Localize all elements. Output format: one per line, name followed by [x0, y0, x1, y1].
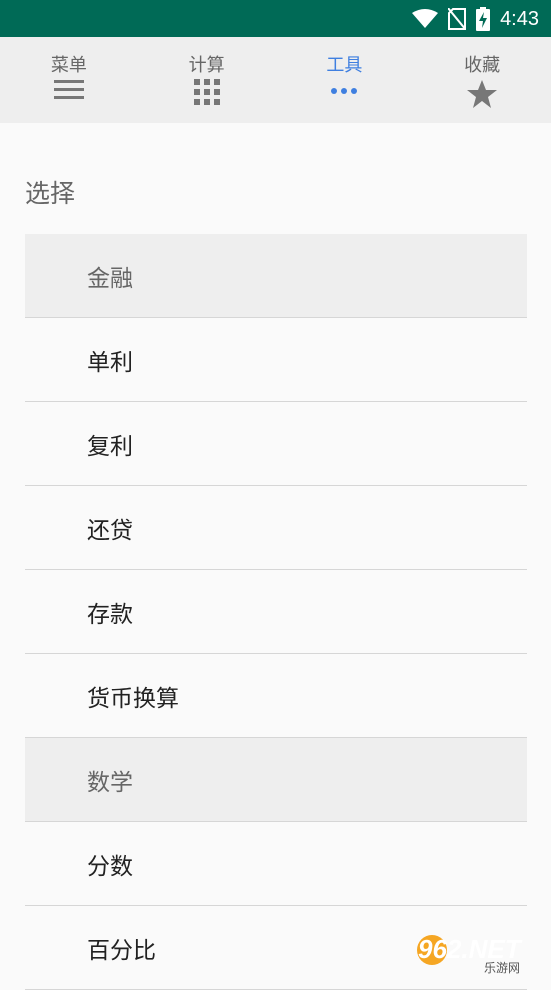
menu-icon — [53, 79, 84, 105]
wifi-icon — [412, 9, 439, 29]
no-sim-icon — [448, 8, 467, 30]
category-header-math: 数学 — [25, 738, 527, 822]
tab-favorites[interactable]: 收藏 — [413, 37, 551, 123]
status-bar: 4:43 — [0, 0, 551, 37]
tab-menu[interactable]: 菜单 — [0, 37, 138, 123]
more-dots-icon — [330, 79, 358, 103]
clock-time: 4:43 — [500, 7, 539, 30]
star-icon — [466, 79, 498, 113]
tab-label: 工具 — [326, 55, 363, 76]
tab-label: 收藏 — [464, 55, 501, 76]
tab-tools[interactable]: 工具 — [276, 37, 414, 123]
list-item-deposit[interactable]: 存款 — [25, 570, 527, 654]
list-item-compound-interest[interactable]: 复利 — [25, 402, 527, 486]
tool-list: 金融 单利 复利 还贷 存款 货币换算 数学 分数 百分比 — [25, 234, 527, 990]
list-item-fraction[interactable]: 分数 — [25, 822, 527, 906]
tab-label: 计算 — [188, 55, 225, 76]
list-item-simple-interest[interactable]: 单利 — [25, 318, 527, 402]
battery-charging-icon — [476, 7, 491, 31]
grid-icon — [193, 79, 220, 109]
list-item-currency-conversion[interactable]: 货币换算 — [25, 654, 527, 738]
list-item-loan-repayment[interactable]: 还贷 — [25, 486, 527, 570]
watermark-subtext: 乐游网 — [484, 961, 520, 975]
watermark-logo: 962.NET 乐游网 — [412, 928, 547, 976]
top-tab-bar: 菜单 计算 工具 收藏 — [0, 37, 551, 123]
tab-label: 菜单 — [50, 55, 87, 76]
category-header-finance: 金融 — [25, 234, 527, 318]
watermark-text: 962.NET — [418, 934, 523, 964]
tab-calculate[interactable]: 计算 — [138, 37, 276, 123]
page-title: 选择 — [25, 179, 76, 208]
